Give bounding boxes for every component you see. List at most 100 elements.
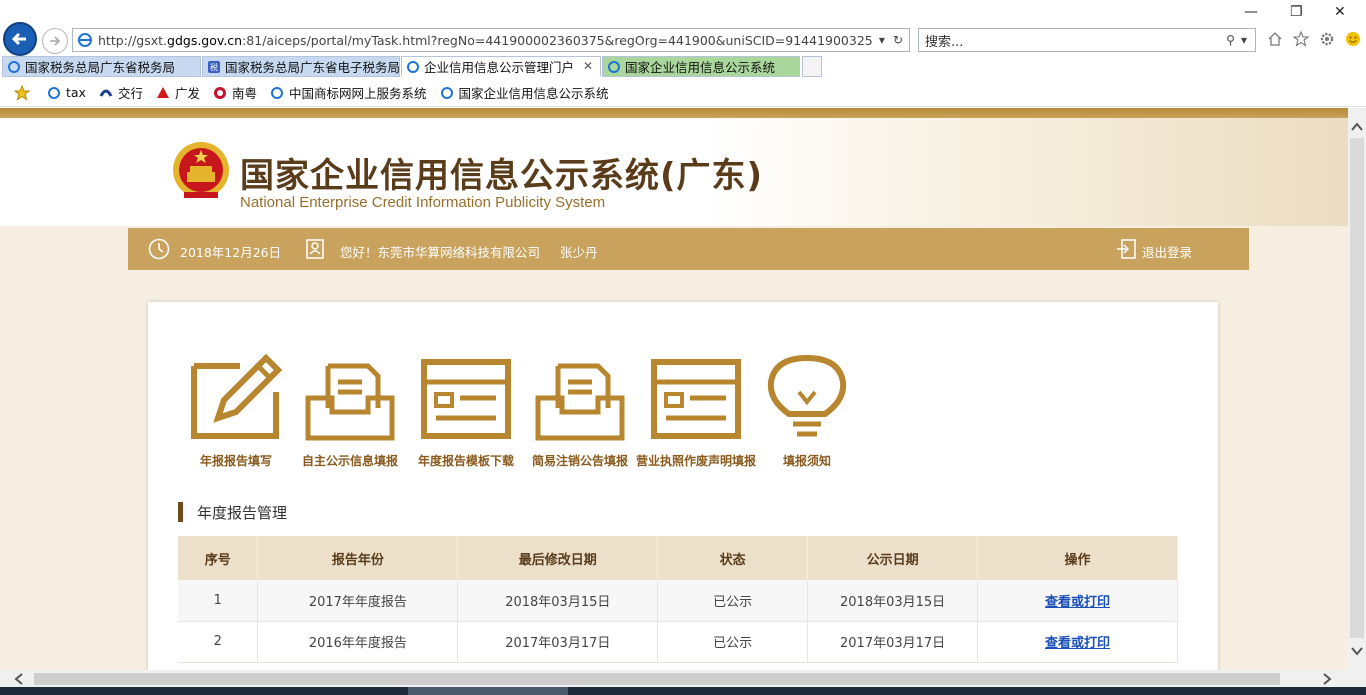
favorites-star-icon[interactable] [14,84,34,101]
favorites-star-icon[interactable] [1292,30,1310,48]
title-bar: — ❐ ✕ http://gsxt.gdgs.gov.cn:81/aiceps/… [0,0,1366,56]
back-button[interactable] [3,22,37,56]
address-bar[interactable]: http://gsxt.gdgs.gov.cn:81/aiceps/portal… [72,28,910,52]
search-input[interactable]: 搜索... [925,31,1226,50]
chevron-up-icon[interactable] [1351,122,1363,132]
arrow-left-icon [11,32,26,46]
favorite-label: 中国商标网网上服务系统 [289,86,427,101]
favorite-credit-system[interactable]: 国家企业信用信息公示系统 [439,83,609,102]
os-taskbar [0,687,1366,695]
search-icon[interactable]: ⚲ [1226,33,1235,47]
func-template-download[interactable]: 年度报告模板下载 [414,352,518,469]
ie-page-icon [269,85,285,101]
home-icon[interactable] [1266,30,1284,48]
pencil-document-icon [191,353,283,439]
logout-icon[interactable] [1116,238,1138,260]
inbox-document-icon [305,363,395,441]
tab-label: 企业信用信息公示管理门户 [424,60,575,75]
func-annual-report-fill[interactable]: 年报报告填写 [186,352,286,469]
tab-credit-portal[interactable]: 企业信用信息公示管理门户 ✕ [401,56,601,77]
favorite-trademark[interactable]: 中国商标网网上服务系统 [269,83,427,102]
func-label: 年度报告模板下载 [417,454,514,468]
section-marker [178,502,183,522]
func-label: 营业执照作废声明填报 [635,454,756,468]
view-print-link[interactable]: 查看或打印 [1045,595,1110,610]
user-bar: 2018年12月26日 您好！东莞市华算网络科技有限公司 张少丹 退出登录 [128,228,1249,270]
current-date: 2018年12月26日 [180,245,282,260]
chevron-down-icon[interactable] [1351,646,1363,656]
func-simple-cancellation[interactable]: 简易注销公告填报 [528,352,632,469]
favorite-label: 交行 [117,86,143,101]
minimize-button[interactable]: — [1244,4,1258,20]
col-header: 报告年份 [257,536,459,580]
cell-no: 1 [178,580,259,622]
site-title-cn: 国家企业信用信息公示系统(广东) [240,156,764,196]
tab-strip: 国家税务总局广东省税务局 税 国家税务总局广东省电子税务局 企业信用信息公示管理… [0,56,1366,78]
table-header-row: 序号 报告年份 最后修改日期 状态 公示日期 操作 [178,536,1178,580]
top-accent-line [0,108,1348,118]
favorite-tax[interactable]: tax [46,85,86,101]
search-box[interactable]: 搜索... ⚲ ▾ [918,28,1256,52]
col-header: 状态 [657,536,809,580]
forward-button[interactable] [42,28,68,54]
horizontal-scroll-thumb[interactable] [34,673,1280,685]
tab-e-tax-bureau[interactable]: 税 国家税务总局广东省电子税务局 [202,56,400,77]
chevron-left-icon[interactable] [14,673,24,685]
clock-icon [148,238,170,260]
vertical-scrollbar[interactable] [1348,108,1366,670]
dropdown-arrow-icon[interactable]: ▾ [879,33,885,47]
ie-page-icon [608,61,620,73]
template-document-icon [651,359,741,439]
template-document-icon [421,359,511,439]
logout-link[interactable]: 退出登录 [1142,242,1192,261]
tab-tax-bureau[interactable]: 国家税务总局广东省税务局 [2,56,201,77]
arrow-right-icon [50,36,61,46]
restore-button[interactable]: ❐ [1290,4,1303,20]
favorite-label: 广发 [174,86,200,101]
gear-icon[interactable] [1318,30,1336,48]
ie-page-icon [439,85,455,101]
cell-modified: 2017年03月17日 [457,621,659,663]
new-tab-button[interactable] [802,56,822,77]
url-text: http://gsxt.gdgs.gov.cn:81/aiceps/portal… [98,32,873,48]
tab-label: 国家税务总局广东省电子税务局 [225,60,400,75]
smiley-feedback-icon[interactable] [1344,30,1362,48]
ie-page-icon [78,33,92,47]
refresh-icon[interactable]: ↻ [893,33,903,47]
ie-page-icon [8,61,20,73]
close-tab-icon[interactable]: ✕ [583,59,593,73]
func-license-void[interactable]: 营业执照作废声明填报 [634,352,758,469]
tab-credit-system[interactable]: 国家企业信用信息公示系统 [602,56,800,77]
favorite-bocom[interactable]: 交行 [98,83,143,102]
func-filling-notes[interactable]: 填报须知 [762,352,852,469]
favorite-cgb[interactable]: 广发 [155,83,200,102]
cell-action: 查看或打印 [977,621,1178,663]
ie-page-icon [46,85,62,101]
tab-label: 国家税务总局广东省税务局 [25,60,176,75]
ie-page-icon [407,61,419,73]
nanyue-logo-icon [212,85,228,101]
user-badge-icon [306,239,324,259]
view-print-link[interactable]: 查看或打印 [1045,636,1110,651]
func-label: 填报须知 [782,454,831,468]
horizontal-scrollbar[interactable] [0,670,1366,687]
close-window-button[interactable]: ✕ [1334,4,1346,20]
favorite-label: 南粤 [232,86,258,101]
col-header: 最后修改日期 [457,536,659,580]
mountain-background [708,118,1348,226]
annual-report-table: 序号 报告年份 最后修改日期 状态 公示日期 操作 1 2017年年度报告 20… [178,536,1178,663]
browser-window: — ❐ ✕ http://gsxt.gdgs.gov.cn:81/aiceps/… [0,0,1366,695]
favorite-label: 国家企业信用信息公示系统 [458,86,609,101]
taskbar-active-item[interactable] [408,687,568,695]
vertical-scroll-thumb[interactable] [1350,138,1364,638]
cell-status: 已公示 [657,621,809,663]
page-viewport: 国家企业信用信息公示系统(广东) National Enterprise Cre… [0,108,1348,670]
col-header: 公示日期 [807,536,979,580]
cell-status: 已公示 [657,580,809,622]
func-self-disclosure[interactable]: 自主公示信息填报 [298,352,402,469]
site-header: 国家企业信用信息公示系统(广东) National Enterprise Cre… [0,118,1348,226]
favorite-nanyue[interactable]: 南粤 [212,83,257,102]
search-dropdown-icon[interactable]: ▾ [1241,33,1247,47]
chevron-right-icon[interactable] [1322,673,1332,685]
func-label: 简易注销公告填报 [531,454,628,468]
